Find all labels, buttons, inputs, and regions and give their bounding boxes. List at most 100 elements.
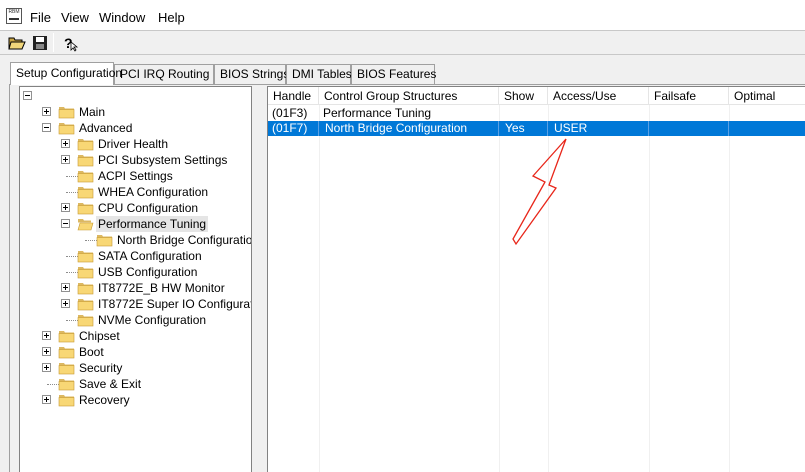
list-cell: [649, 121, 729, 136]
menu-file[interactable]: File: [30, 10, 51, 25]
column-header-control-group[interactable]: Control Group Structures: [319, 87, 499, 105]
folder-icon: [77, 315, 94, 327]
tree-item[interactable]: SATA Configuration: [20, 248, 251, 264]
tree-item[interactable]: Save & Exit: [20, 376, 251, 392]
expand-plus-icon[interactable]: [61, 299, 70, 308]
tree-item[interactable]: [20, 88, 251, 104]
tree-item[interactable]: Advanced: [20, 120, 251, 136]
tree-item-label: Recovery: [79, 393, 130, 407]
setup-tree[interactable]: Main Advanced Driver Health PCI Subsystem S…: [19, 86, 252, 472]
list-header: Handle Control Group Structures Show Acc…: [268, 87, 805, 105]
folder-icon: [58, 363, 75, 375]
tree-item-label: North Bridge Configuration: [117, 233, 252, 247]
tab-dmi-tables[interactable]: DMI Tables: [286, 64, 352, 84]
list-cell: (01F3): [272, 106, 308, 120]
tree-item[interactable]: Chipset: [20, 328, 251, 344]
menu-view[interactable]: View: [61, 10, 89, 25]
list-cell: [729, 121, 805, 136]
tab-bios-strings[interactable]: BIOS Strings: [214, 64, 289, 84]
save-disk-icon[interactable]: [30, 33, 50, 52]
column-gridline: [319, 105, 320, 472]
tree-item-label: Save & Exit: [79, 377, 142, 391]
tree-item[interactable]: ACPI Settings: [20, 168, 251, 184]
expand-plus-icon[interactable]: [42, 363, 51, 372]
expand-plus-icon[interactable]: [42, 395, 51, 404]
column-header-handle[interactable]: Handle: [268, 87, 319, 105]
expand-plus-icon[interactable]: [42, 331, 51, 340]
rbm-app-icon[interactable]: RBM: [6, 8, 22, 24]
list-row[interactable]: (01F3) Performance Tuning: [268, 106, 805, 121]
tree-item-label: Boot: [79, 345, 104, 359]
list-cell: [729, 106, 805, 121]
folder-icon: [77, 139, 94, 151]
tree-item-label: PCI Subsystem Settings: [98, 153, 228, 167]
tree-item[interactable]: WHEA Configuration: [20, 184, 251, 200]
tree-item-label: NVMe Configuration: [98, 313, 207, 327]
tree-item[interactable]: Boot: [20, 344, 251, 360]
list-row[interactable]: (01F7) North Bridge Configuration Yes USER: [268, 121, 805, 136]
folder-icon: [77, 267, 94, 279]
list-cell: [548, 106, 649, 121]
tree-item[interactable]: Security: [20, 360, 251, 376]
menu-window[interactable]: Window: [99, 10, 145, 25]
expand-plus-icon[interactable]: [61, 203, 70, 212]
tree-item[interactable]: USB Configuration: [20, 264, 251, 280]
tree-item[interactable]: CPU Configuration: [20, 200, 251, 216]
folder-icon: [58, 395, 75, 407]
help-cursor-icon[interactable]: ?: [60, 33, 80, 52]
column-gridline: [729, 105, 730, 472]
folder-icon: [58, 379, 75, 391]
list-cell: Yes: [499, 121, 548, 136]
column-header-access-use[interactable]: Access/Use: [548, 87, 649, 105]
annotation-arrow-icon: [512, 138, 567, 246]
menu-bar: RBM File View Window Help: [0, 0, 805, 30]
expand-plus-icon[interactable]: [61, 155, 70, 164]
open-folder-icon[interactable]: [7, 33, 27, 52]
tree-item-label: ACPI Settings: [98, 169, 173, 183]
tree-item[interactable]: Main: [20, 104, 251, 120]
tree-item-label: SATA Configuration: [98, 249, 202, 263]
folder-icon: [58, 347, 75, 359]
expand-plus-icon[interactable]: [61, 283, 70, 292]
tree-item[interactable]: NVMe Configuration: [20, 312, 251, 328]
tree-item[interactable]: PCI Subsystem Settings: [20, 152, 251, 168]
folder-icon: [77, 203, 94, 215]
list-cell: [499, 106, 548, 121]
tab-pci-irq-routing[interactable]: PCI IRQ Routing: [114, 64, 214, 84]
column-header-optimal[interactable]: Optimal: [729, 87, 805, 105]
menu-help[interactable]: Help: [158, 10, 185, 25]
folder-icon: [77, 155, 94, 167]
splitter[interactable]: [252, 86, 267, 472]
tab-setup-configuration[interactable]: Setup Configuration: [10, 62, 122, 85]
tree-item[interactable]: Driver Health: [20, 136, 251, 152]
folder-icon: [58, 123, 75, 135]
toolbar: ?: [0, 30, 805, 55]
tree-item[interactable]: Performance Tuning: [20, 216, 251, 232]
expand-plus-icon[interactable]: [61, 139, 70, 148]
tree-item[interactable]: Recovery: [20, 392, 251, 408]
column-gridline: [649, 105, 650, 472]
collapse-minus-icon[interactable]: [23, 91, 32, 100]
folder-icon: [58, 107, 75, 119]
folder-icon: [77, 171, 94, 183]
tree-item-label: USB Configuration: [98, 265, 198, 279]
tree-item[interactable]: IT8772E Super IO Configuration: [20, 296, 251, 312]
toolbar-separator: [53, 33, 54, 52]
tree-item-label: Main: [79, 105, 106, 119]
list-cell: USER: [548, 121, 649, 136]
tree-item-label: Performance Tuning: [96, 216, 209, 232]
expand-plus-icon[interactable]: [42, 347, 51, 356]
tree-item-label: Chipset: [79, 329, 120, 343]
column-header-show[interactable]: Show: [499, 87, 548, 105]
tab-bios-features[interactable]: BIOS Features: [351, 64, 436, 84]
collapse-minus-icon[interactable]: [61, 219, 70, 228]
tree-item[interactable]: IT8772E_B HW Monitor: [20, 280, 251, 296]
folder-icon: [77, 251, 94, 263]
column-header-failsafe[interactable]: Failsafe: [649, 87, 729, 105]
tree-item-label: Advanced: [79, 121, 133, 135]
tree-item[interactable]: North Bridge Configuration: [20, 232, 252, 248]
folder-open-icon: [77, 219, 94, 231]
collapse-minus-icon[interactable]: [42, 123, 51, 132]
expand-plus-icon[interactable]: [42, 107, 51, 116]
tree-item-label: CPU Configuration: [98, 201, 199, 215]
